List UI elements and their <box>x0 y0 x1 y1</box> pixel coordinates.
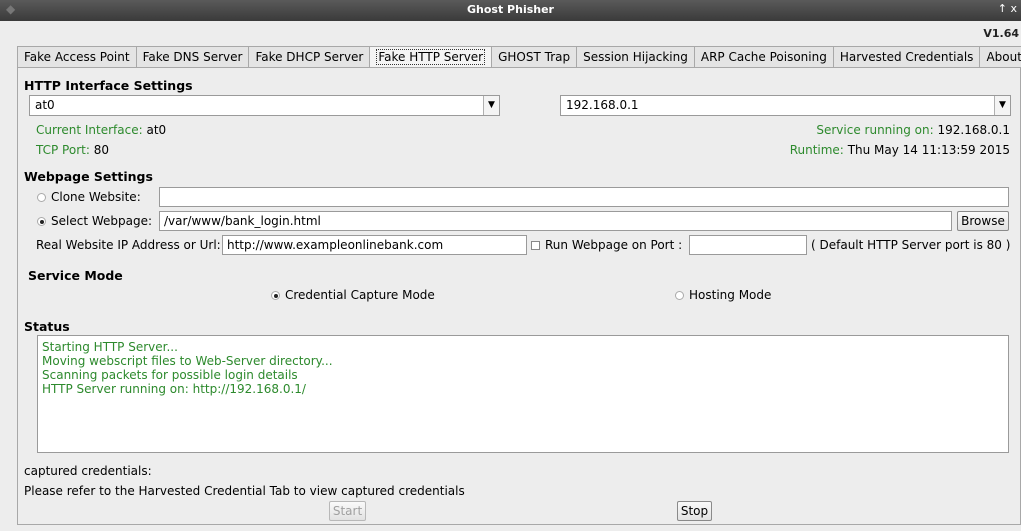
hosting-mode-label: Hosting Mode <box>689 288 772 302</box>
service-mode-heading: Service Mode <box>28 268 123 283</box>
captured-credentials-label: captured credentials: <box>24 464 152 478</box>
window-title: Ghost Phisher <box>467 3 554 16</box>
run-port-checkbox[interactable] <box>531 241 540 250</box>
credential-capture-option[interactable]: Credential Capture Mode <box>271 288 435 302</box>
tab-label: Fake DNS Server <box>142 50 243 64</box>
version-label: V1.64 <box>983 27 1019 40</box>
tab-label: About <box>986 50 1021 64</box>
tab-label: Harvested Credentials <box>839 50 974 64</box>
status-line: Starting HTTP Server... <box>42 340 178 354</box>
run-port-input[interactable] <box>689 235 807 255</box>
clone-website-label: Clone Website: <box>51 190 141 204</box>
ip-address-select-value: 192.168.0.1 <box>566 98 639 112</box>
tab-label: GHOST Trap <box>498 50 571 64</box>
webpage-settings-heading: Webpage Settings <box>24 169 153 184</box>
service-running-label: Service running on: <box>816 123 934 137</box>
clone-website-input[interactable] <box>159 187 1009 207</box>
hosting-mode-option[interactable]: Hosting Mode <box>675 288 771 302</box>
status-line: Moving webscript files to Web-Server dir… <box>42 354 333 368</box>
interface-settings-heading: HTTP Interface Settings <box>24 78 193 93</box>
chevron-down-icon[interactable]: ▼ <box>994 96 1010 115</box>
runtime-label: Runtime: <box>789 143 844 157</box>
tab-label: ARP Cache Poisoning <box>700 50 827 64</box>
default-port-note: ( Default HTTP Server port is 80 ) <box>811 238 1011 252</box>
tab-fake-dns-server[interactable]: Fake DNS Server <box>135 46 249 68</box>
ip-address-select[interactable]: 192.168.0.1 ▼ <box>560 95 1011 116</box>
real-website-input[interactable]: http://www.exampleonlinebank.com <box>222 235 527 255</box>
tab-label: Session Hijacking <box>583 50 688 64</box>
tab-harvested-credentials[interactable]: Harvested Credentials <box>832 46 980 68</box>
tcp-port-info: TCP Port: 80 <box>36 143 109 157</box>
refer-harvested-text: Please refer to the Harvested Credential… <box>24 484 465 498</box>
tcp-port-value: 80 <box>93 143 109 157</box>
real-website-label: Real Website IP Address or Url: <box>36 238 221 252</box>
status-line: HTTP Server running on: http://192.168.0… <box>42 382 306 396</box>
tab-label: Fake DHCP Server <box>255 50 364 64</box>
tab-session-hijacking[interactable]: Session Hijacking <box>576 46 694 68</box>
interface-select-value: at0 <box>35 98 55 112</box>
run-port-option[interactable]: Run Webpage on Port : <box>531 238 682 252</box>
tab-about[interactable]: About <box>979 46 1021 68</box>
hosting-mode-radio[interactable] <box>675 291 684 300</box>
credential-capture-radio[interactable] <box>271 291 280 300</box>
tab-fake-access-point[interactable]: Fake Access Point <box>17 46 136 68</box>
select-webpage-option[interactable]: Select Webpage: <box>37 214 152 228</box>
start-button[interactable]: Start <box>329 501 366 521</box>
browse-button[interactable]: Browse <box>957 211 1009 231</box>
tab-label: Fake HTTP Server <box>376 49 486 65</box>
runtime-info: Runtime: Thu May 14 11:13:59 2015 <box>790 143 1010 157</box>
tab-bar: Fake Access Point Fake DNS Server Fake D… <box>17 46 1021 68</box>
tab-fake-dhcp-server[interactable]: Fake DHCP Server <box>248 46 370 68</box>
runtime-value: Thu May 14 11:13:59 2015 <box>847 143 1010 157</box>
title-bar: ◆ Ghost Phisher ↑ x <box>0 0 1021 21</box>
status-line: Scanning packets for possible login deta… <box>42 368 298 382</box>
service-running-value: 192.168.0.1 <box>937 123 1010 137</box>
clone-website-option[interactable]: Clone Website: <box>37 190 141 204</box>
status-heading: Status <box>24 319 70 334</box>
current-interface-info: Current Interface: at0 <box>36 123 166 137</box>
credential-capture-label: Credential Capture Mode <box>285 288 435 302</box>
select-webpage-label: Select Webpage: <box>51 214 153 228</box>
tcp-port-label: TCP Port: <box>36 143 90 157</box>
fake-http-server-panel: HTTP Interface Settings at0 ▼ 192.168.0.… <box>17 67 1021 525</box>
run-port-label: Run Webpage on Port : <box>545 238 683 252</box>
interface-select[interactable]: at0 ▼ <box>29 95 500 116</box>
window-controls[interactable]: ↑ x <box>998 2 1017 15</box>
select-webpage-input[interactable]: /var/www/bank_login.html <box>159 211 952 231</box>
current-interface-label: Current Interface: <box>36 123 143 137</box>
tab-label: Fake Access Point <box>24 50 130 64</box>
select-webpage-radio[interactable] <box>37 217 46 226</box>
tab-ghost-trap[interactable]: GHOST Trap <box>491 46 577 68</box>
stop-button[interactable]: Stop <box>677 501 712 521</box>
chevron-down-icon[interactable]: ▼ <box>483 96 499 115</box>
current-interface-value: at0 <box>146 123 167 137</box>
service-running-info: Service running on: 192.168.0.1 <box>816 123 1010 137</box>
clone-website-radio[interactable] <box>37 193 46 202</box>
tab-fake-http-server[interactable]: Fake HTTP Server <box>369 46 492 68</box>
tab-arp-cache-poisoning[interactable]: ARP Cache Poisoning <box>693 46 833 68</box>
status-log[interactable]: Starting HTTP Server... Moving webscript… <box>37 335 1009 453</box>
